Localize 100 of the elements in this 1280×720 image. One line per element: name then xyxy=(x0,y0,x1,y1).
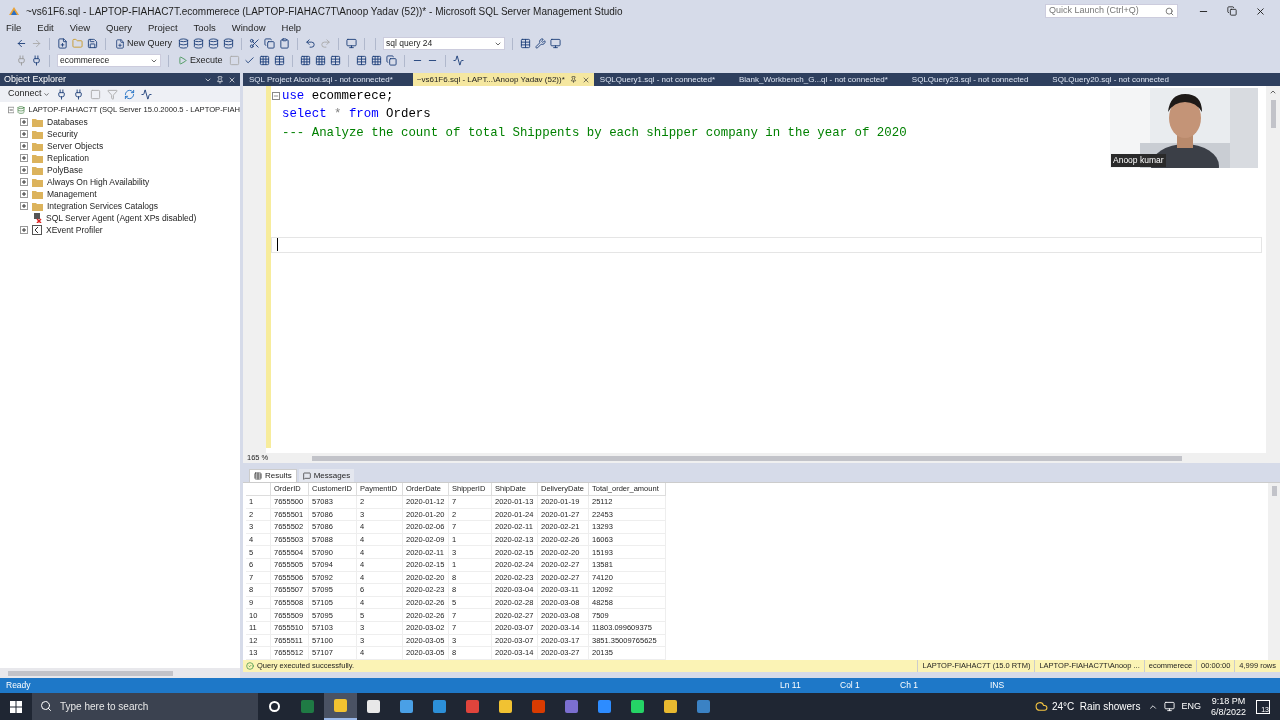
grid-icon[interactable] xyxy=(314,55,326,66)
search-icon[interactable] xyxy=(40,700,52,712)
results-tab[interactable]: Messages xyxy=(298,469,355,482)
new-file-icon[interactable] xyxy=(57,38,68,49)
window-icon[interactable] xyxy=(346,38,357,49)
folder-icon xyxy=(32,201,43,211)
connect-button[interactable]: Connect xyxy=(8,87,50,101)
save-icon[interactable] xyxy=(87,38,98,49)
check-icon[interactable] xyxy=(243,55,255,66)
weather-icon[interactable] xyxy=(1034,700,1048,713)
document-tab[interactable]: Blank_Workbench_G...ql - not connected* xyxy=(735,73,906,86)
folder-icon xyxy=(32,117,43,127)
tree-item[interactable]: PolyBase xyxy=(47,163,83,177)
scrollbar[interactable] xyxy=(0,668,240,678)
quick-launch-field[interactable]: Quick Launch (Ctrl+Q) xyxy=(1045,4,1178,18)
tree-item[interactable]: XEvent Profiler xyxy=(46,223,103,237)
tree-item[interactable]: Databases xyxy=(47,115,88,129)
copy-icon[interactable] xyxy=(385,55,397,66)
menu-item[interactable]: View xyxy=(69,21,91,36)
language-indicator[interactable]: ENG xyxy=(1181,699,1201,714)
tree-item[interactable]: Integration Services Catalogs xyxy=(47,199,159,213)
grid-icon[interactable] xyxy=(299,55,311,66)
message-icon[interactable] xyxy=(302,471,311,480)
back-icon[interactable] xyxy=(16,38,27,49)
document-tab[interactable]: SQL Project Alcohol.sql - not connected* xyxy=(245,73,411,86)
menu-item[interactable]: Window xyxy=(231,21,266,36)
tree-item[interactable]: Management xyxy=(47,187,97,201)
collapse-icon[interactable] xyxy=(272,92,280,101)
expand-icon[interactable] xyxy=(20,178,28,186)
folder-icon xyxy=(32,141,43,151)
plug-icon[interactable] xyxy=(55,88,67,100)
results-tab[interactable]: Results xyxy=(249,469,297,482)
expand-icon[interactable] xyxy=(20,130,28,138)
plug-icon[interactable] xyxy=(72,88,84,100)
close-icon[interactable] xyxy=(1255,5,1266,17)
new-query-button[interactable]: New Query xyxy=(113,36,174,51)
start-icon[interactable] xyxy=(10,700,22,713)
expand-icon[interactable] xyxy=(20,154,28,162)
expand-icon[interactable] xyxy=(20,118,28,126)
expand-icon[interactable] xyxy=(20,190,28,198)
search-icon[interactable] xyxy=(1165,6,1174,16)
menu-item[interactable]: Project xyxy=(148,21,178,36)
table-icon[interactable] xyxy=(329,55,341,66)
pin-icon[interactable] xyxy=(216,75,224,84)
tree-item[interactable]: SQL Server Agent (Agent XPs disabled) xyxy=(46,211,197,225)
menu-item[interactable]: File xyxy=(6,21,22,36)
tree-item[interactable]: Security xyxy=(47,127,78,141)
database-icon[interactable] xyxy=(193,38,204,49)
collapse-icon[interactable] xyxy=(8,106,15,114)
status-field: Ch 1 xyxy=(900,679,990,692)
menu-item[interactable]: Help xyxy=(281,21,302,36)
solution-config-dropdown[interactable]: sql query 24 xyxy=(383,37,505,50)
grid-icon[interactable] xyxy=(254,472,262,480)
expand-icon[interactable] xyxy=(20,142,28,150)
undo-icon[interactable] xyxy=(305,38,316,49)
scroll-up-icon[interactable] xyxy=(1269,88,1277,96)
document-tab[interactable]: SQLQuery20.sql - not connected xyxy=(1048,73,1187,86)
database-icon[interactable] xyxy=(178,38,189,49)
execute-button[interactable]: Execute xyxy=(176,53,225,68)
database-icon[interactable] xyxy=(208,38,219,49)
grid-icon[interactable] xyxy=(258,55,270,66)
tree-item[interactable]: Server Objects xyxy=(47,139,104,153)
close-icon[interactable] xyxy=(228,75,236,84)
expand-icon[interactable] xyxy=(20,226,28,234)
cut-icon[interactable] xyxy=(249,38,260,49)
menu-item[interactable]: Query xyxy=(106,21,132,36)
paste-icon[interactable] xyxy=(279,38,290,49)
document-tab[interactable]: SQLQuery23.sql - not connected xyxy=(907,73,1047,86)
document-tab[interactable]: ~vs61F6.sql - LAPT...\Anoop Yadav (52))* xyxy=(412,73,594,86)
database-dropdown[interactable]: ecommerece xyxy=(57,54,161,67)
refresh-icon[interactable] xyxy=(123,88,135,100)
tree-item[interactable]: Always On High Availability xyxy=(47,175,150,189)
table-icon[interactable] xyxy=(273,55,285,66)
clock[interactable]: 9:18 PM 6/8/2022 xyxy=(1210,695,1246,718)
activity-icon[interactable] xyxy=(140,88,152,100)
scrollbar[interactable] xyxy=(1268,483,1280,660)
scrollbar-thumb[interactable] xyxy=(1270,100,1276,128)
document-tab[interactable]: SQLQuery1.sql - not connected* xyxy=(595,73,733,86)
display-icon[interactable] xyxy=(1164,701,1176,712)
restore-icon[interactable] xyxy=(1227,6,1237,16)
pin-icon[interactable] xyxy=(569,76,577,83)
menu-item[interactable]: Edit xyxy=(37,21,54,36)
activity-icon[interactable] xyxy=(452,55,464,66)
table-icon[interactable] xyxy=(520,38,531,49)
table-icon[interactable] xyxy=(355,55,367,66)
copy-icon[interactable] xyxy=(264,38,275,49)
plug-icon[interactable] xyxy=(31,55,42,66)
scrollbar[interactable] xyxy=(1266,86,1280,453)
tree-item[interactable]: Replication xyxy=(47,151,90,165)
new-query-icon[interactable] xyxy=(115,38,125,49)
database-icon[interactable] xyxy=(223,38,234,49)
grid-icon[interactable] xyxy=(370,55,382,66)
code-line: use ecommerece; xyxy=(281,87,394,105)
taskbar-search-field[interactable]: Type here to search xyxy=(32,693,258,720)
weather-text[interactable]: 24°C Rain showers xyxy=(1051,699,1141,714)
menu-item[interactable]: Tools xyxy=(193,21,216,36)
wrench-icon[interactable] xyxy=(535,38,546,49)
window-title: ~vs61F6.sql - LAPTOP-FIAHAC7T.ecommerece (LAPTOP-FIAHAC7T\Anoop Yadav (52))* - Microsoft SQL Server Management Studio xyxy=(26,4,623,19)
expand-icon[interactable] xyxy=(20,202,28,210)
expand-icon[interactable] xyxy=(20,166,28,174)
